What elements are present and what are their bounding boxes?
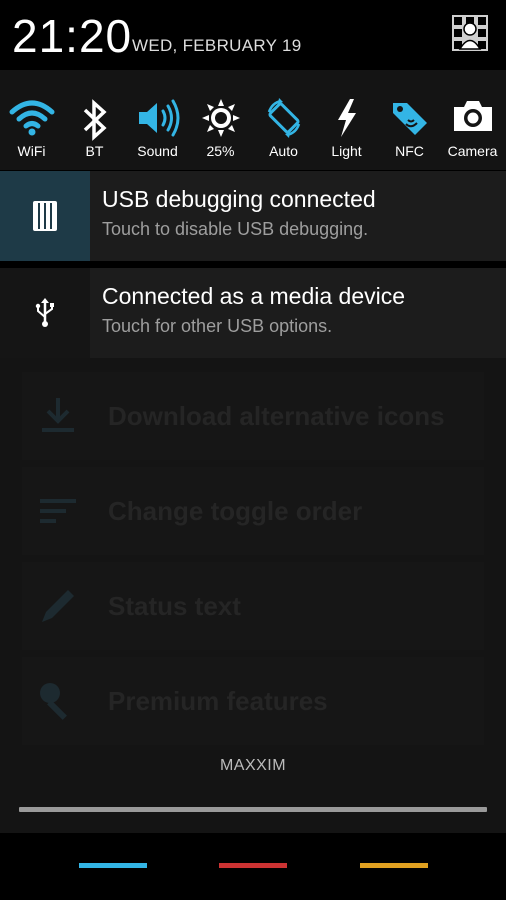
toggle-label: Light bbox=[331, 143, 362, 159]
notification-icon-box bbox=[0, 268, 90, 358]
toggle-label: 25% bbox=[206, 143, 235, 159]
camera-icon bbox=[453, 101, 492, 131]
brightness-icon bbox=[201, 99, 240, 137]
drag-handle[interactable] bbox=[19, 807, 487, 812]
toggle-auto-rotate[interactable]: Auto bbox=[252, 70, 315, 170]
toggle-label: WiFi bbox=[17, 143, 46, 159]
toggle-flashlight[interactable]: Light bbox=[315, 70, 378, 170]
flashlight-icon bbox=[337, 99, 356, 137]
notification-subtitle: Touch for other USB options. bbox=[102, 316, 333, 336]
list-item: Premium features bbox=[22, 657, 484, 745]
debug-bars-icon bbox=[33, 201, 57, 231]
list-item: Change toggle order bbox=[22, 467, 484, 555]
nav-back-button[interactable] bbox=[79, 863, 147, 868]
quick-toggles-bar: WiFi BT Sound 25% Auto Light NFC Camera bbox=[0, 70, 506, 170]
sound-icon bbox=[138, 99, 179, 137]
notification-subtitle: Touch to disable USB debugging. bbox=[102, 219, 369, 239]
notification-media-device[interactable]: Connected as a media device Touch for ot… bbox=[0, 268, 506, 358]
list-item-label: Premium features bbox=[108, 686, 328, 716]
toggle-sound[interactable]: Sound bbox=[126, 70, 189, 170]
notification-usb-debugging[interactable]: USB debugging connected Touch to disable… bbox=[0, 171, 506, 261]
toggle-brightness[interactable]: 25% bbox=[189, 70, 252, 170]
toggle-label: Auto bbox=[269, 143, 298, 159]
toggle-wifi[interactable]: WiFi bbox=[0, 70, 63, 170]
toggle-label: Camera bbox=[447, 143, 498, 159]
notification-header: 21:20 WED, FEBRUARY 19 bbox=[0, 0, 506, 70]
carrier-label: MAXXIM bbox=[219, 757, 287, 774]
list-item-label: Download alternative icons bbox=[108, 401, 445, 431]
key-icon bbox=[40, 683, 67, 720]
nav-home-button[interactable] bbox=[219, 863, 287, 868]
bluetooth-icon bbox=[83, 99, 107, 141]
profile-settings-icon[interactable] bbox=[451, 14, 489, 52]
nfc-icon bbox=[392, 103, 427, 135]
date: WED, FEBRUARY 19 bbox=[132, 36, 302, 55]
download-icon bbox=[42, 398, 74, 432]
toggle-label: Sound bbox=[137, 143, 178, 159]
usb-icon bbox=[35, 298, 54, 327]
wifi-icon bbox=[9, 100, 54, 136]
toggle-nfc[interactable]: NFC bbox=[378, 70, 441, 170]
list-item-label: Status text bbox=[108, 591, 241, 621]
toggle-label: BT bbox=[85, 143, 104, 159]
clock: 21:20 bbox=[12, 10, 133, 62]
toggle-camera[interactable]: Camera bbox=[441, 70, 504, 170]
notification-icon-box bbox=[0, 171, 90, 261]
pencil-icon bbox=[42, 590, 74, 622]
sort-icon bbox=[40, 499, 76, 523]
list-item: Download alternative icons bbox=[22, 372, 484, 460]
notification-title: Connected as a media device bbox=[102, 283, 406, 309]
navigation-bar bbox=[0, 833, 506, 900]
nav-recents-button[interactable] bbox=[360, 863, 428, 868]
notification-title: USB debugging connected bbox=[102, 186, 376, 212]
list-item: Status text bbox=[22, 562, 484, 650]
rotate-icon bbox=[267, 98, 300, 138]
list-item-label: Change toggle order bbox=[108, 496, 363, 526]
toggle-bluetooth[interactable]: BT bbox=[63, 70, 126, 170]
toggle-label: NFC bbox=[395, 143, 424, 159]
